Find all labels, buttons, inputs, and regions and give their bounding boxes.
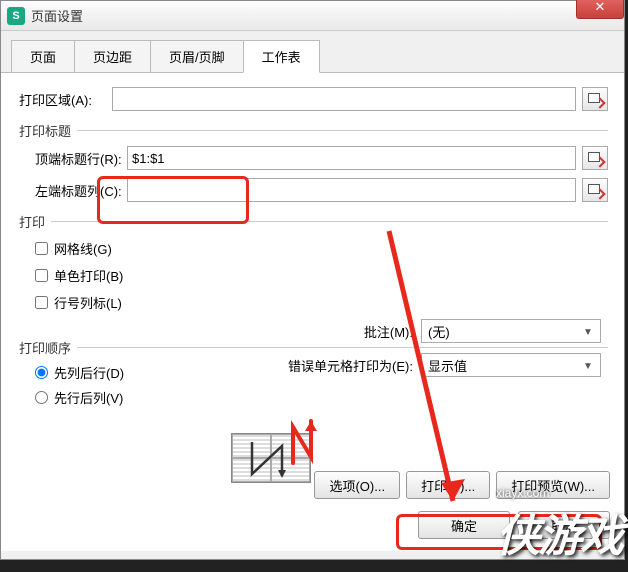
tab-margins[interactable]: 页边距 — [74, 40, 151, 73]
bw-checkbox[interactable] — [35, 269, 48, 282]
left-title-label: 左端标题列(C): — [17, 181, 127, 200]
tab-content: 打印区域(A): 打印标题 顶端标题行(R): 左端标题列(C): 打印 网格线… — [1, 73, 624, 551]
print-area-row: 打印区域(A): — [17, 87, 608, 111]
app-icon: S — [7, 7, 25, 25]
down-over-label: 先列后行(D) — [54, 363, 124, 382]
print-order-icon — [231, 433, 311, 483]
section-print: 打印 — [19, 212, 608, 231]
comments-combo[interactable]: (无) ▼ — [421, 319, 601, 343]
bw-label: 单色打印(B) — [54, 266, 123, 285]
errors-row: 错误单元格打印为(E): 显示值 ▼ — [271, 353, 601, 377]
title-bar: S 页面设置 ✕ — [1, 1, 624, 31]
close-icon: ✕ — [595, 0, 606, 15]
dialog-window: S 页面设置 ✕ 页面 页边距 页眉/页脚 工作表 打印区域(A): 打印标题 … — [0, 0, 625, 560]
cancel-button[interactable]: 取消 — [518, 511, 610, 539]
check-gridlines[interactable]: 网格线(G) — [35, 239, 608, 258]
comments-label: 批注(M): — [271, 322, 421, 341]
top-title-picker[interactable] — [582, 146, 608, 170]
ok-button[interactable]: 确定 — [418, 511, 510, 539]
check-rowcol[interactable]: 行号列标(L) — [35, 293, 608, 312]
radio-over-down[interactable]: 先行后列(V) — [35, 388, 608, 407]
print-area-input[interactable] — [112, 87, 576, 111]
tab-bar: 页面 页边距 页眉/页脚 工作表 — [1, 31, 624, 73]
rowcol-label: 行号列标(L) — [54, 293, 122, 312]
tab-page[interactable]: 页面 — [11, 40, 75, 73]
preview-button[interactable]: 打印预览(W)... — [496, 471, 610, 499]
top-title-row: 顶端标题行(R): — [17, 146, 608, 170]
section-print-titles: 打印标题 — [19, 121, 608, 140]
close-button[interactable]: ✕ — [576, 0, 624, 19]
print-button[interactable]: 打印(P)... — [406, 471, 490, 499]
range-picker-icon — [588, 152, 602, 164]
left-title-picker[interactable] — [582, 178, 608, 202]
top-title-label: 顶端标题行(R): — [17, 149, 127, 168]
tab-sheet[interactable]: 工作表 — [243, 40, 320, 73]
comments-row: 批注(M): (无) ▼ — [271, 319, 601, 343]
print-right-column: 批注(M): (无) ▼ 错误单元格打印为(E): 显示值 ▼ — [271, 319, 601, 387]
left-title-row: 左端标题列(C): — [17, 178, 608, 202]
chevron-down-icon: ▼ — [580, 358, 596, 374]
order-arrow-icon — [232, 434, 312, 484]
action-buttons: 选项(O)... 打印(P)... 打印预览(W)... — [314, 471, 610, 499]
range-picker-icon — [588, 184, 602, 196]
window-title: 页面设置 — [31, 6, 83, 25]
over-down-radio[interactable] — [35, 391, 48, 404]
chevron-down-icon: ▼ — [580, 324, 596, 340]
gridlines-checkbox[interactable] — [35, 242, 48, 255]
options-button[interactable]: 选项(O)... — [314, 471, 400, 499]
gridlines-label: 网格线(G) — [54, 239, 112, 258]
range-picker-icon — [588, 93, 602, 105]
check-bw[interactable]: 单色打印(B) — [35, 266, 608, 285]
rowcol-checkbox[interactable] — [35, 296, 48, 309]
over-down-label: 先行后列(V) — [54, 388, 123, 407]
dialog-buttons: 确定 取消 — [418, 511, 610, 539]
down-over-radio[interactable] — [35, 366, 48, 379]
print-area-picker[interactable] — [582, 87, 608, 111]
errors-combo[interactable]: 显示值 ▼ — [421, 353, 601, 377]
left-title-input[interactable] — [127, 178, 576, 202]
tab-header-footer[interactable]: 页眉/页脚 — [150, 40, 244, 73]
print-area-label: 打印区域(A): — [17, 90, 112, 109]
errors-label: 错误单元格打印为(E): — [271, 356, 421, 375]
top-title-input[interactable] — [127, 146, 576, 170]
